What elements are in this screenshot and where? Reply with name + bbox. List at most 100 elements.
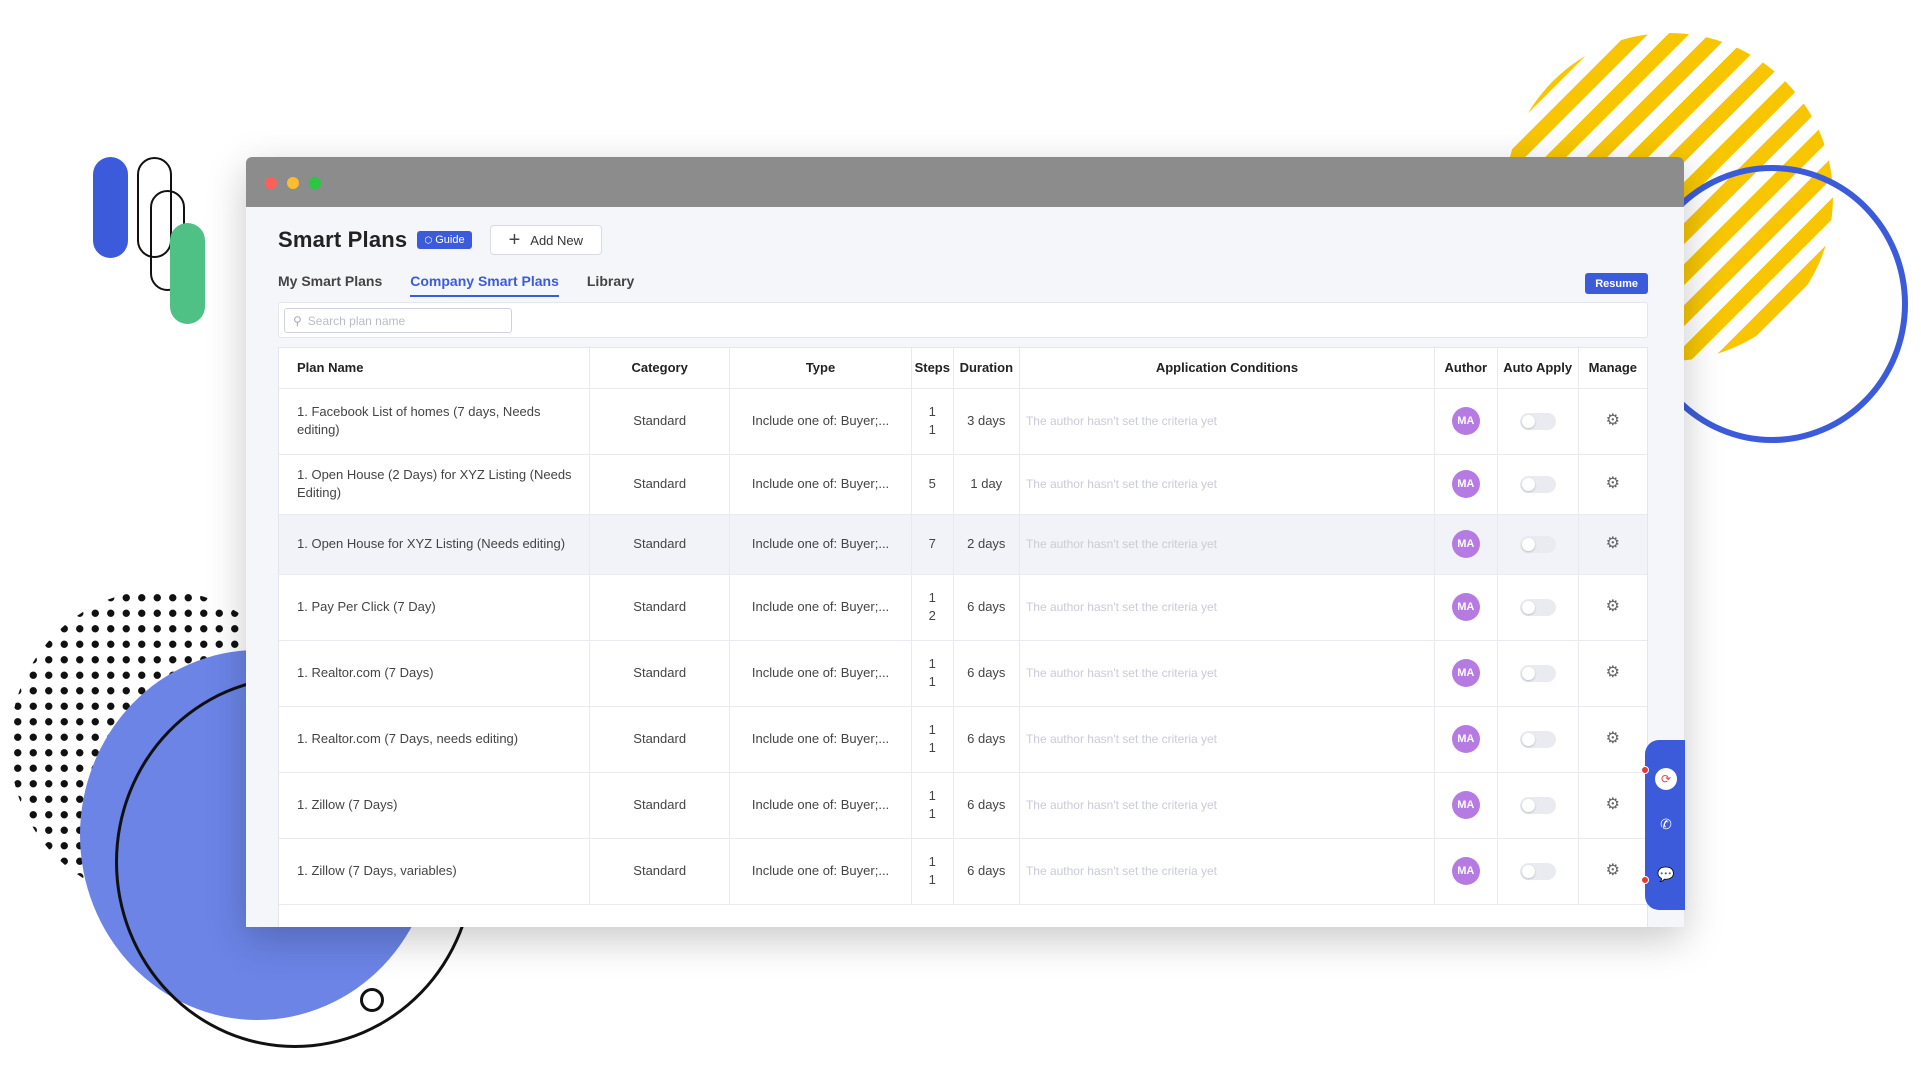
maximize-window-button[interactable]	[309, 177, 321, 189]
plan-conditions: The author hasn't set the criteria yet	[1019, 514, 1436, 575]
plan-name[interactable]: 1. Open House (2 Days) for XYZ Listing (…	[279, 454, 591, 515]
minimize-window-button[interactable]	[287, 177, 299, 189]
avatar: MA	[1451, 659, 1480, 687]
search-bar: ⚲ Search plan name	[278, 302, 1648, 338]
table-row[interactable]: 1. Realtor.com (7 Days) Standard Include…	[279, 640, 1647, 707]
table-row[interactable]: 1. Facebook List of homes (7 days, Needs…	[279, 388, 1647, 455]
auto-apply-cell	[1497, 640, 1579, 707]
plan-conditions: The author hasn't set the criteria yet	[1019, 574, 1436, 641]
plan-steps: 7	[911, 514, 954, 575]
auto-apply-toggle[interactable]	[1519, 536, 1556, 554]
table-header-row: Plan Name Category Type Steps Duration A…	[279, 348, 1647, 389]
auto-apply-toggle[interactable]	[1519, 413, 1556, 431]
plan-category: Standard	[589, 574, 731, 641]
table-row[interactable]: 1. Zillow (7 Days) Standard Include one …	[279, 772, 1647, 839]
plan-type: Include one of: Buyer;...	[729, 640, 912, 707]
auto-apply-toggle[interactable]	[1519, 665, 1556, 683]
avatar: MA	[1451, 791, 1480, 819]
plan-type: Include one of: Buyer;...	[729, 388, 912, 455]
gear-icon[interactable]: ⚙	[1606, 535, 1620, 552]
author-cell: MA	[1434, 772, 1498, 839]
guide-label: Guide	[435, 234, 465, 246]
add-new-button[interactable]: + Add New	[489, 225, 603, 255]
column-header-auto-apply[interactable]: Auto Apply	[1497, 348, 1579, 389]
plan-name[interactable]: 1. Facebook List of homes (7 days, Needs…	[279, 388, 591, 455]
toggle-knob	[1521, 538, 1535, 552]
search-icon: ⚲	[293, 313, 302, 328]
auto-apply-cell	[1497, 574, 1579, 641]
resume-button[interactable]: Resume	[1585, 273, 1648, 294]
avatar: MA	[1451, 407, 1480, 435]
tab-company-smart-plans[interactable]: Company Smart Plans	[410, 273, 559, 297]
plan-name[interactable]: 1. Zillow (7 Days)	[279, 772, 591, 839]
plan-type: Include one of: Buyer;...	[729, 574, 912, 641]
table-row[interactable]: 1. Pay Per Click (7 Day) Standard Includ…	[279, 574, 1647, 641]
gear-icon[interactable]: ⚙	[1606, 598, 1620, 615]
column-header-application-conditions[interactable]: Application Conditions	[1019, 348, 1436, 389]
tab-my-smart-plans[interactable]: My Smart Plans	[278, 273, 382, 297]
manage-cell: ⚙	[1578, 640, 1647, 707]
plan-name[interactable]: 1. Pay Per Click (7 Day)	[279, 574, 591, 641]
table-row[interactable]: 1. Zillow (7 Days, variables) Standard I…	[279, 838, 1647, 905]
auto-apply-toggle[interactable]	[1519, 863, 1556, 881]
manage-cell: ⚙	[1578, 454, 1647, 515]
gear-icon[interactable]: ⚙	[1606, 412, 1620, 429]
gear-icon[interactable]: ⚙	[1606, 475, 1620, 492]
plan-type: Include one of: Buyer;...	[729, 454, 912, 515]
search-input[interactable]: ⚲ Search plan name	[284, 308, 512, 333]
add-new-label: Add New	[530, 232, 584, 248]
guide-button[interactable]: ⬡ Guide	[417, 231, 472, 249]
plan-duration: 6 days	[953, 706, 1020, 773]
phone-icon[interactable]: ✆	[1655, 813, 1677, 835]
page-header: Smart Plans ⬡ Guide + Add New	[278, 225, 603, 255]
plan-conditions: The author hasn't set the criteria yet	[1019, 838, 1436, 905]
plan-steps: 1 2	[911, 574, 954, 641]
plan-duration: 6 days	[953, 574, 1020, 641]
column-header-duration[interactable]: Duration	[953, 348, 1020, 389]
main-content: Smart Plans ⬡ Guide + Add New My Smart P…	[246, 207, 1684, 927]
plan-conditions: The author hasn't set the criteria yet	[1019, 772, 1436, 839]
auto-apply-toggle[interactable]	[1519, 797, 1556, 815]
auto-apply-toggle[interactable]	[1519, 599, 1556, 617]
auto-apply-toggle[interactable]	[1519, 731, 1556, 749]
gear-icon[interactable]: ⚙	[1606, 664, 1620, 681]
plan-name[interactable]: 1. Zillow (7 Days, variables)	[279, 838, 591, 905]
plans-table: Plan Name Category Type Steps Duration A…	[278, 347, 1648, 927]
manage-cell: ⚙	[1578, 772, 1647, 839]
plan-name[interactable]: 1. Realtor.com (7 Days)	[279, 640, 591, 707]
plan-category: Standard	[589, 514, 731, 575]
table-row[interactable]: 1. Realtor.com (7 Days, needs editing) S…	[279, 706, 1647, 773]
table-row[interactable]: 1. Open House for XYZ Listing (Needs edi…	[279, 514, 1647, 575]
plan-name[interactable]: 1. Open House for XYZ Listing (Needs edi…	[279, 514, 591, 575]
author-cell: MA	[1434, 838, 1498, 905]
chat-icon[interactable]: 💬	[1655, 863, 1677, 885]
column-header-steps[interactable]: Steps	[911, 348, 954, 389]
auto-apply-toggle[interactable]	[1519, 476, 1556, 494]
column-header-type[interactable]: Type	[729, 348, 912, 389]
gear-icon[interactable]: ⚙	[1606, 730, 1620, 747]
avatar: MA	[1451, 470, 1480, 498]
plan-duration: 1 day	[953, 454, 1020, 515]
app-logo-icon[interactable]: ⟳	[1655, 768, 1677, 790]
gear-icon[interactable]: ⚙	[1606, 862, 1620, 879]
author-cell: MA	[1434, 640, 1498, 707]
decorative-green-pill	[170, 223, 205, 324]
toggle-knob	[1521, 733, 1535, 747]
column-header-manage[interactable]: Manage	[1578, 348, 1647, 389]
plan-name[interactable]: 1. Realtor.com (7 Days, needs editing)	[279, 706, 591, 773]
column-header-author[interactable]: Author	[1434, 348, 1498, 389]
plan-type: Include one of: Buyer;...	[729, 706, 912, 773]
column-header-category[interactable]: Category	[589, 348, 731, 389]
plan-steps: 5	[911, 454, 954, 515]
gear-icon[interactable]: ⚙	[1606, 796, 1620, 813]
column-header-plan-name[interactable]: Plan Name	[279, 348, 591, 389]
close-window-button[interactable]	[265, 177, 277, 189]
auto-apply-cell	[1497, 454, 1579, 515]
plan-type: Include one of: Buyer;...	[729, 772, 912, 839]
tab-library[interactable]: Library	[587, 273, 634, 297]
plus-icon: +	[508, 229, 521, 251]
avatar: MA	[1451, 725, 1480, 753]
table-row[interactable]: 1. Open House (2 Days) for XYZ Listing (…	[279, 454, 1647, 515]
plan-duration: 2 days	[953, 514, 1020, 575]
auto-apply-cell	[1497, 706, 1579, 773]
